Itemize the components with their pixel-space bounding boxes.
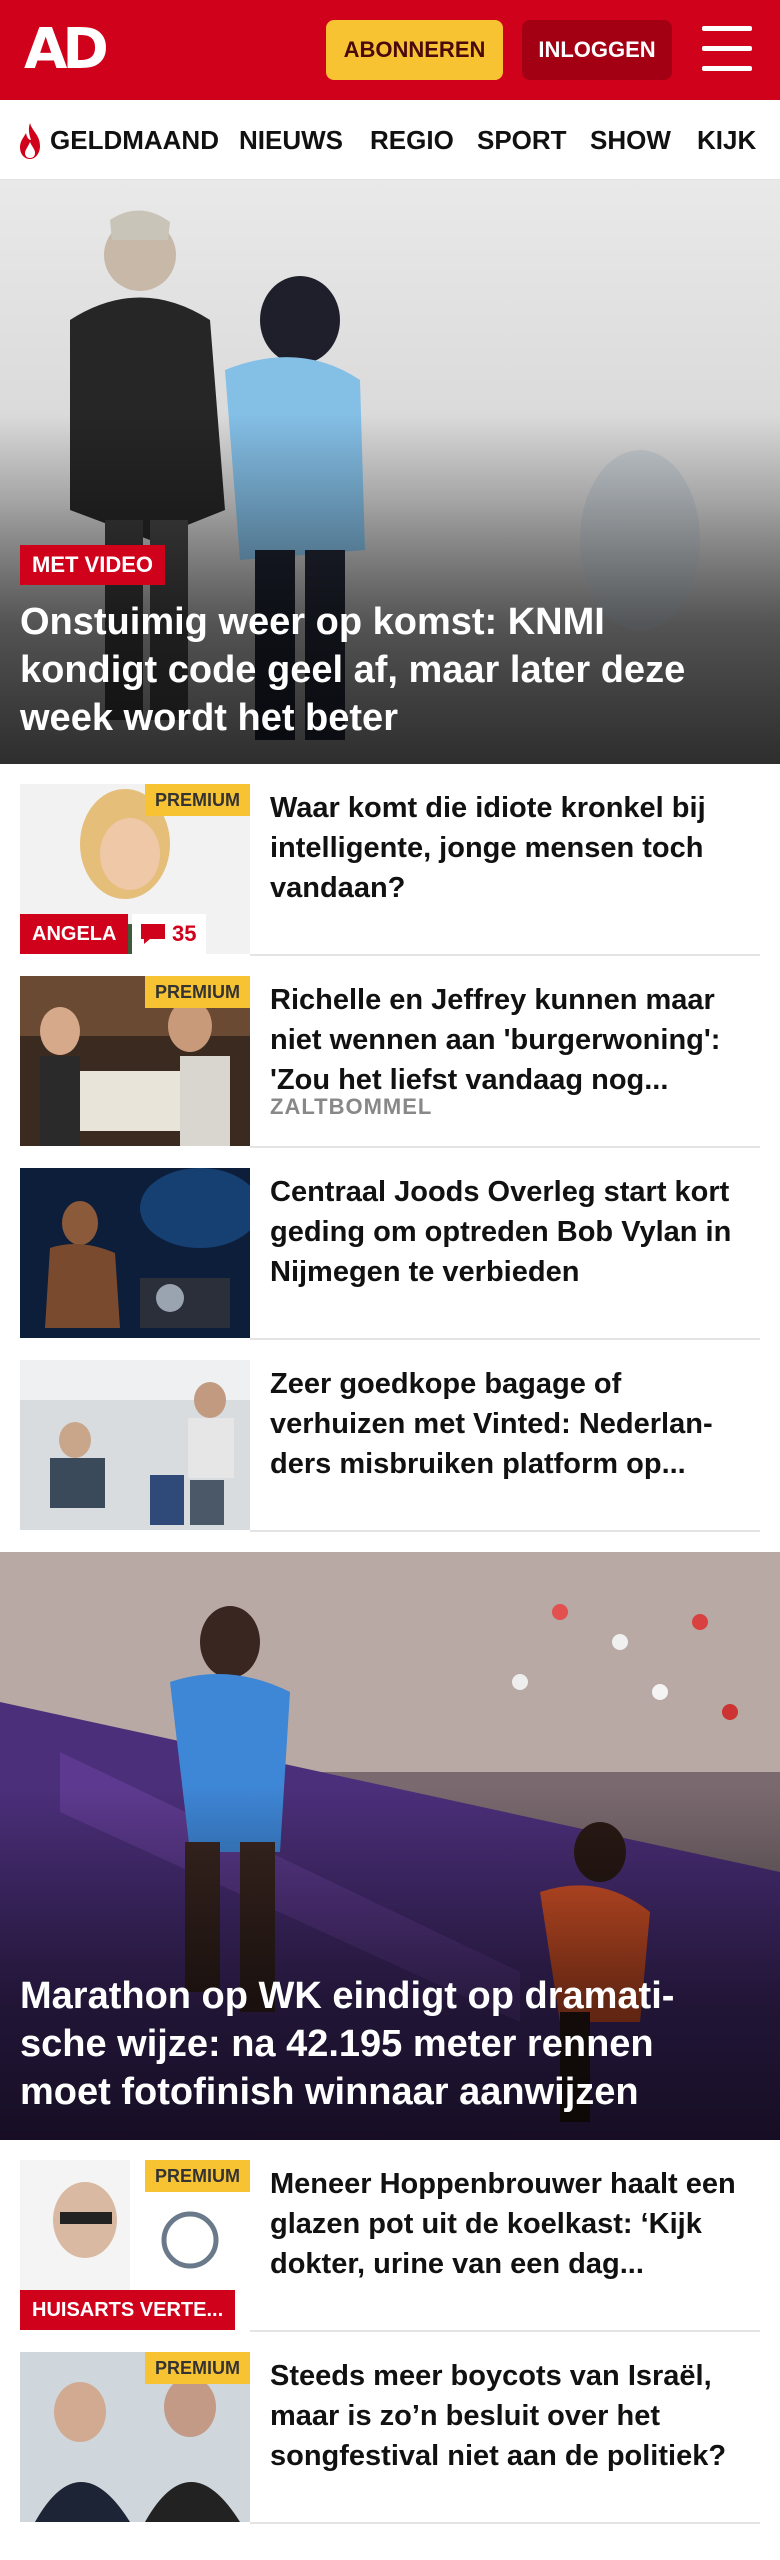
hero-article-weather[interactable]: MET VIDEO Onstuimig weer op komst: KNMI … [0, 180, 780, 764]
article-headline[interactable]: Waar komt die idiote kronkel bij intelli… [270, 788, 750, 908]
article-thumbnail: PREMIUM [20, 2352, 250, 2522]
nav-item-regio[interactable]: REGIO [370, 100, 454, 179]
divider [250, 1530, 760, 1532]
article-item[interactable]: PREMIUM HUISARTS VERTE... Meneer Hoppenb… [0, 2140, 780, 2332]
article-thumbnail: PREMIUM [20, 976, 250, 1146]
thumb-photo-concert [20, 1168, 250, 1338]
article-thumbnail [20, 1168, 250, 1338]
article-item[interactable]: Zeer goedkope bagage of verhuizen met Vi… [0, 1340, 780, 1532]
top-bar: AD ABONNEREN INLOGGEN [0, 0, 780, 100]
premium-badge: PREMIUM [145, 2160, 250, 2192]
article-location: ZALTBOMMEL [270, 1094, 433, 1119]
subscribe-button[interactable]: ABONNEREN [326, 20, 503, 80]
hero-headline[interactable]: Onstuimig weer op komst: KNMI kondigt co… [20, 598, 750, 742]
article-item[interactable]: PREMIUM ANGELA 35 Waar komt die idiote k… [0, 764, 780, 956]
premium-badge: PREMIUM [145, 976, 250, 1008]
article-headline[interactable]: Zeer goedkope bagage of verhuizen met Vi… [270, 1364, 750, 1484]
author-tag: ANGELA [20, 914, 129, 954]
article-item[interactable]: PREMIUM Richelle en Jeffrey kunnen maar … [0, 956, 780, 1148]
hero-headline[interactable]: Marathon op WK eindigt op dramati-sche w… [20, 1972, 750, 2116]
premium-badge: PREMIUM [145, 784, 250, 816]
comment-count-value: 35 [172, 921, 197, 946]
premium-badge: PREMIUM [145, 2352, 250, 2384]
hero-article-marathon[interactable]: Marathon op WK eindigt op dramati-sche w… [0, 1552, 780, 2140]
thumb-photo-vinted [20, 1360, 250, 1530]
comment-icon [141, 924, 165, 944]
article-thumbnail [20, 1360, 250, 1530]
nav-item-kijk[interactable]: KIJK [697, 100, 756, 179]
comment-count[interactable]: 35 [132, 914, 207, 954]
login-button[interactable]: INLOGGEN [522, 20, 672, 80]
article-item[interactable]: Centraal Joods Overleg start kort geding… [0, 1148, 780, 1340]
nav-item-show[interactable]: SHOW [590, 100, 671, 179]
nav-item-geldmaand[interactable]: GELDMAAND [50, 100, 219, 179]
divider [250, 2522, 760, 2524]
article-thumbnail: PREMIUM ANGELA 35 [20, 784, 250, 954]
nav-item-sport[interactable]: SPORT [477, 100, 567, 179]
article-headline[interactable]: Richelle en Jeffrey kunnen maar niet wen… [270, 980, 750, 1100]
article-thumbnail: PREMIUM HUISARTS VERTE... [20, 2160, 250, 2330]
article-headline[interactable]: Centraal Joods Overleg start kort geding… [270, 1172, 750, 1292]
article-headline[interactable]: Steeds meer boycots van Israël, maar is … [270, 2356, 750, 2476]
hamburger-menu-icon[interactable] [702, 26, 752, 72]
author-tag: HUISARTS VERTE... [20, 2290, 236, 2330]
flame-icon [20, 123, 40, 159]
nav-item-nieuws[interactable]: NIEUWS [239, 100, 343, 179]
ad-logo[interactable]: AD [24, 20, 109, 80]
article-item[interactable]: PREMIUM Steeds meer boycots van Israël, … [0, 2332, 780, 2524]
article-headline[interactable]: Meneer Hoppenbrouwer haalt een glazen po… [270, 2164, 750, 2284]
section-nav: GELDMAAND NIEUWS REGIO SPORT SHOW KIJK [0, 100, 780, 180]
video-tag: MET VIDEO [20, 545, 166, 585]
